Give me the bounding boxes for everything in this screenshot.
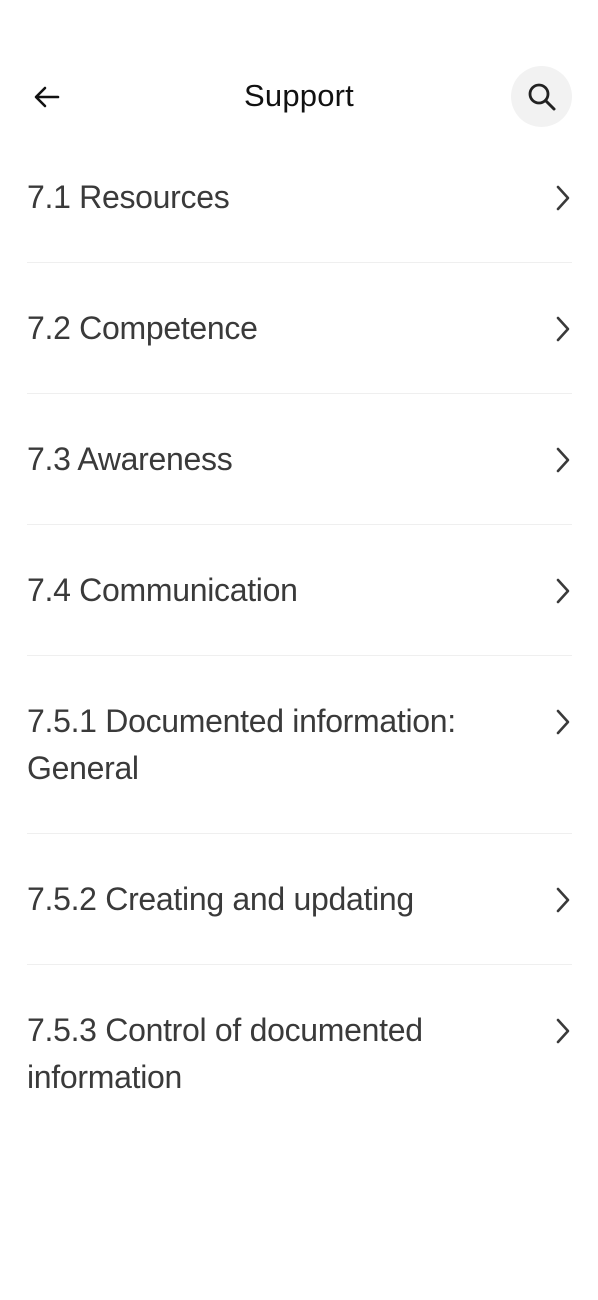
list-item-documented-information-general[interactable]: 7.5.1 Documented information: General	[27, 656, 572, 834]
chevron-right-icon	[550, 876, 572, 923]
list-item-label: 7.2 Competence	[27, 310, 258, 346]
list-item-label: 7.5.1 Documented information: General	[27, 703, 456, 786]
list-item-competence[interactable]: 7.2 Competence	[27, 263, 572, 394]
list-item-label: 7.5.2 Creating and updating	[27, 881, 414, 917]
chevron-right-icon	[550, 174, 572, 221]
list-item-control-of-documented-information[interactable]: 7.5.3 Control of documented information	[27, 965, 572, 1142]
list-item-communication[interactable]: 7.4 Communication	[27, 525, 572, 656]
list-item-label: 7.1 Resources	[27, 179, 230, 215]
page-title: Support	[244, 78, 354, 113]
chevron-right-icon	[550, 698, 572, 745]
chevron-right-icon	[550, 1007, 572, 1054]
list-item-resources[interactable]: 7.1 Resources	[27, 132, 572, 263]
list-item-label: 7.4 Communication	[27, 572, 298, 608]
chevron-right-icon	[550, 567, 572, 614]
search-button[interactable]	[511, 66, 572, 127]
chevron-right-icon	[550, 305, 572, 352]
list-item-creating-and-updating[interactable]: 7.5.2 Creating and updating	[27, 834, 572, 965]
search-icon	[528, 83, 555, 110]
list-item-awareness[interactable]: 7.3 Awareness	[27, 394, 572, 525]
list-item-label: 7.3 Awareness	[27, 441, 233, 477]
chevron-right-icon	[550, 436, 572, 483]
list-item-label: 7.5.3 Control of documented information	[27, 1012, 423, 1095]
section-list: 7.1 Resources 7.2 Competence 7.3 Awarene…	[27, 132, 572, 1142]
